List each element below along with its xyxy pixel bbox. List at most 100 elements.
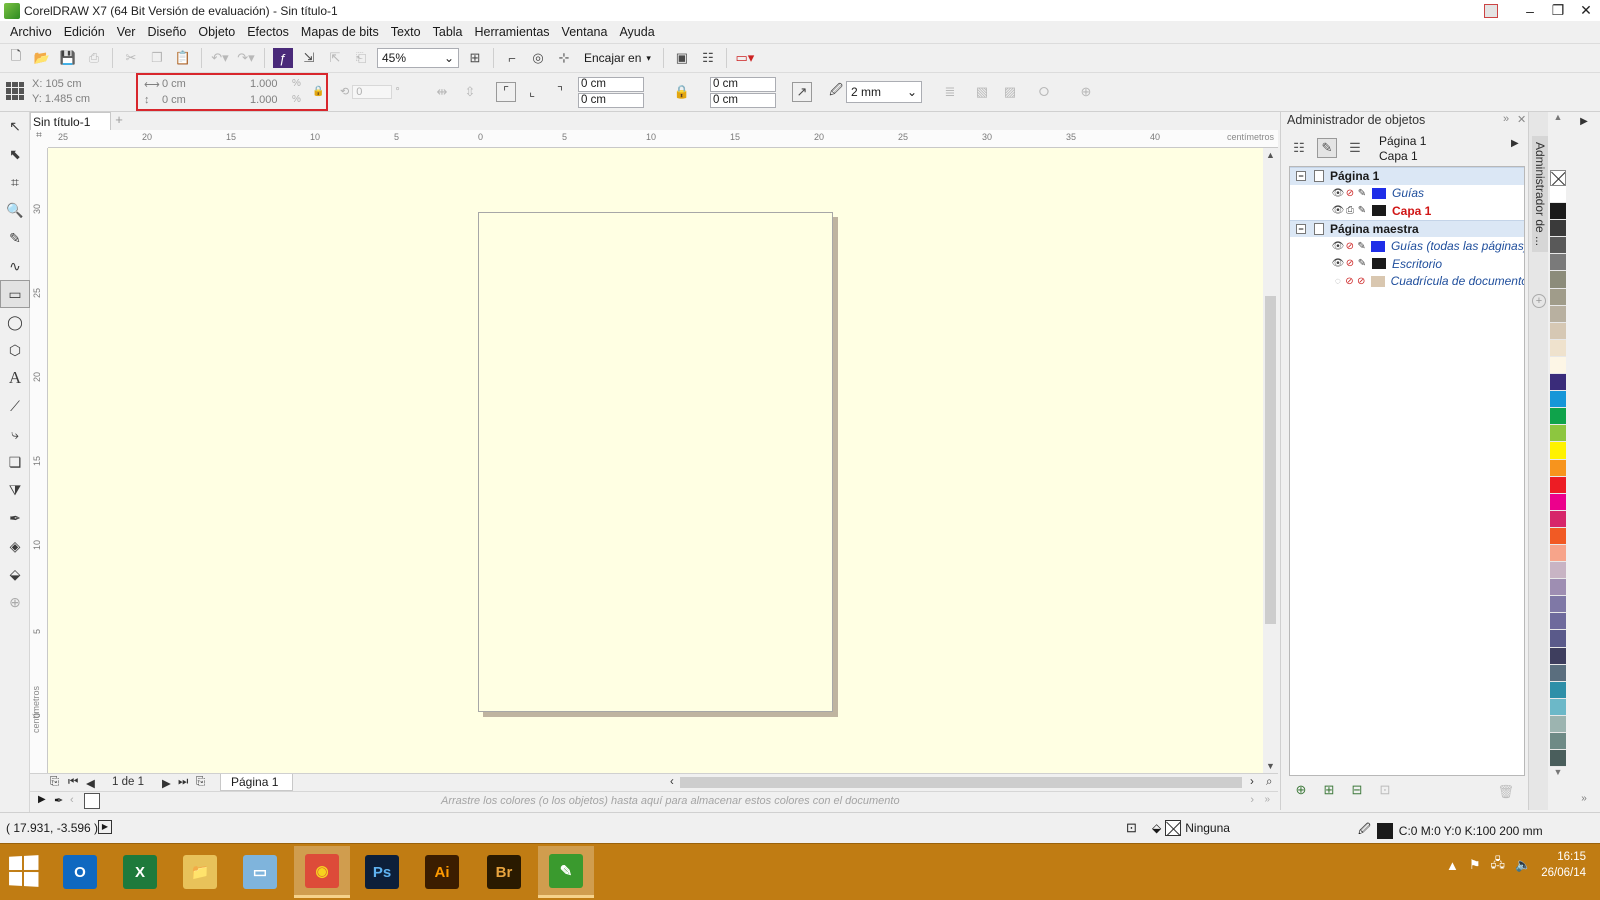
palette-color-swatch[interactable] [1550,579,1566,597]
palette-color-swatch[interactable] [1550,356,1566,375]
palette-color-swatch[interactable] [1550,750,1566,768]
new-master-layer-icon[interactable]: ⊞ [1319,780,1339,800]
palette-color-swatch[interactable] [1550,425,1566,443]
taskbar-photoshop-button[interactable]: Ps [354,846,410,898]
eye-hidden-icon[interactable]: ◌ [1332,276,1344,287]
eye-icon[interactable]: 👁 [1332,188,1345,199]
import-icon[interactable]: ⇲ [299,48,319,68]
menu-ventana[interactable]: Ventana [556,25,614,39]
shape-tool-icon[interactable]: ⬉ [0,140,30,168]
transparency-tool-icon[interactable]: ⧩ [0,476,30,504]
palette-color-swatch[interactable] [1550,305,1566,323]
no-color-swatch[interactable] [84,793,100,809]
color-eyedropper-tool-icon[interactable]: ✒ [0,504,30,532]
page-count[interactable]: 1 de 1 [112,776,144,788]
palette-color-swatch[interactable] [1550,408,1566,426]
quick-customize-icon[interactable]: ⊕ [1076,82,1096,102]
object-position[interactable]: X: 105 cm Y: 1.485 cm [32,77,90,107]
palette-color-swatch[interactable] [1550,254,1566,272]
lock-corners-icon[interactable]: 🔒 [672,82,692,102]
smart-fill-tool-icon[interactable]: ⬙ [0,560,30,588]
horizontal-ruler[interactable]: centímetros 25 20 15 10 5 0 5 10 15 20 25 30 35 40 [48,130,1278,148]
menu-ver[interactable]: Ver [111,25,142,39]
scale-y-value[interactable]: 1.000 [250,94,278,106]
tree-layer-escritorio[interactable]: 👁 ⊘ ✎ Escritorio [1290,255,1524,273]
convert-to-curves-icon[interactable]: ⭘ [1034,82,1054,102]
show-object-properties-icon[interactable]: ☷ [1289,138,1309,158]
menu-efectos[interactable]: Efectos [241,25,295,39]
palette-expand-icon[interactable]: » [1264,794,1270,805]
print-disabled-icon[interactable]: ⊘ [1344,276,1356,287]
taskbar-excel-button[interactable]: X [112,846,168,898]
first-page-icon[interactable]: ⏮ [68,776,78,789]
palette-color-swatch[interactable] [1550,220,1566,238]
menu-herramientas[interactable]: Herramientas [469,25,556,39]
parallel-dimension-tool-icon[interactable]: ⟋ [0,392,30,420]
windows-start-icon[interactable] [9,855,39,887]
layer-color-swatch[interactable] [1372,205,1386,217]
palette-color-swatch[interactable] [1550,527,1566,545]
minimize-button[interactable]: – [1516,3,1544,19]
crop-tool-icon[interactable]: ⌗ [0,168,30,196]
layer-name-active[interactable]: Capa 1 [1392,204,1431,218]
new-master-layer-all-pages-icon[interactable]: ⊟ [1347,780,1367,800]
print-icon[interactable]: ⎙ [84,48,104,68]
palette-color-swatch[interactable] [1550,186,1566,204]
palette-color-swatch[interactable] [1550,681,1566,699]
layer-name[interactable]: Guías [1392,186,1424,200]
export-icon[interactable]: ⇱ [325,48,345,68]
navigator-zoom-icon[interactable]: ⌕ [1266,776,1272,789]
chamfered-corner-icon[interactable]: ⌝ [550,82,570,102]
y-position-value[interactable]: Y: 1.485 cm [32,92,90,107]
search-content-icon[interactable]: ƒ [273,48,293,68]
new-document-icon[interactable]: 🗋 [6,48,26,68]
vertical-scrollbar[interactable]: ▲ ▼ [1263,148,1278,773]
palette-color-swatch[interactable] [1550,493,1566,511]
paste-icon[interactable]: 📋 [173,48,193,68]
palette-color-swatch[interactable] [1550,322,1566,340]
cut-icon[interactable]: ✂ [121,48,141,68]
print-disabled-icon[interactable]: ⊘ [1344,258,1356,269]
tree-layer-guias[interactable]: 👁 ⊘ ✎ Guías [1290,185,1524,203]
collapse-icon[interactable]: − [1296,171,1306,182]
palette-color-swatch[interactable] [1550,544,1566,563]
polygon-tool-icon[interactable]: ⬡ [0,336,30,364]
add-docker-icon[interactable]: + [1532,294,1546,308]
new-layer-icon[interactable]: ⊕ [1291,780,1311,800]
to-front-icon[interactable]: ▧ [972,82,992,102]
palette-color-swatch[interactable] [1550,459,1566,477]
add-page-after-icon[interactable]: ⎘ [196,776,205,789]
corner-radius-top-left[interactable]: 0 cm [578,77,644,92]
page-tab[interactable]: Página 1 [220,774,294,791]
previous-page-icon[interactable]: ◀ [86,776,95,790]
pencil-icon[interactable]: ✎ [1356,258,1368,269]
rotation-value[interactable]: 0 [352,85,393,99]
layer-color-swatch[interactable] [1372,258,1386,270]
palette-color-swatch[interactable] [1550,562,1566,580]
taskbar-coreldraw-button[interactable]: ✎ [538,846,594,898]
palette-color-swatch[interactable] [1550,203,1566,221]
menu-texto[interactable]: Texto [385,25,427,39]
palette-flyout-icon[interactable]: ▶ [38,794,46,805]
last-page-icon[interactable]: ⏭ [178,776,188,789]
drawing-canvas[interactable] [48,148,1263,773]
freehand-tool-icon[interactable]: ✎ [0,224,30,252]
scale-x-value[interactable]: 1.000 [250,78,278,90]
taskbar-outlook-button[interactable]: O [52,846,108,898]
docker-menu-arrow-icon[interactable]: ▶ [1511,138,1519,149]
status-play-icon[interactable]: ▶ [98,820,112,834]
edit-across-layers-icon[interactable]: ✎ [1317,138,1337,158]
text-tool-icon[interactable]: A [0,364,30,392]
vertical-scroll-thumb[interactable] [1265,296,1276,624]
save-icon[interactable]: 💾 [58,48,78,68]
delete-layer-icon[interactable]: 🗑 [1497,784,1514,800]
scalloped-corner-icon[interactable]: ⌞ [522,82,542,102]
full-screen-preview-icon[interactable]: ⊞ [465,48,485,68]
ruler-origin-icon[interactable]: ⌗ [30,130,48,148]
eyedropper-icon[interactable]: ✒ [54,794,63,807]
taskbar-ie-window-button[interactable]: ▭ [232,846,288,898]
menu-ayuda[interactable]: Ayuda [613,25,660,39]
copy-icon[interactable]: ❐ [147,48,167,68]
menu-mapas-de-bits[interactable]: Mapas de bits [295,25,385,39]
new-master-layer-odd-icon[interactable]: ⊡ [1375,780,1395,800]
